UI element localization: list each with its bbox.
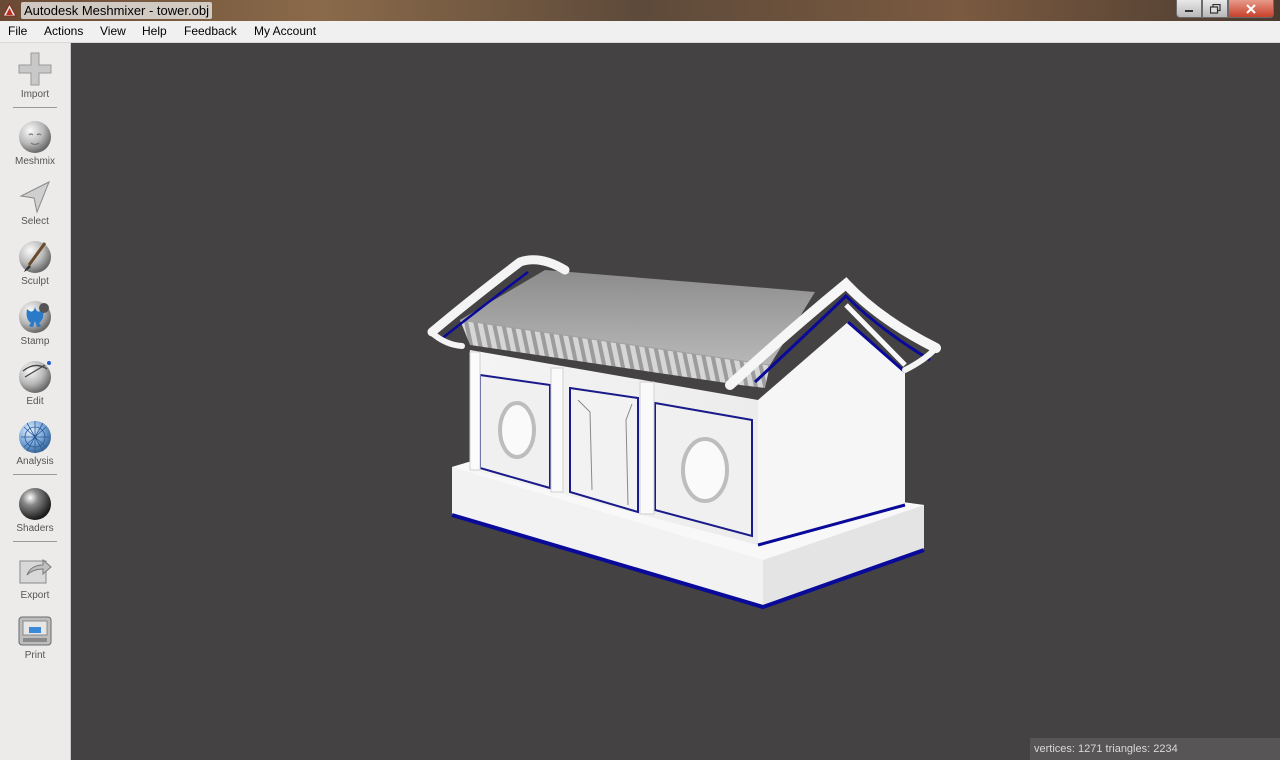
tool-export[interactable]: Export <box>0 553 70 601</box>
tool-separator <box>13 474 57 475</box>
right-round-window <box>681 437 729 503</box>
tool-edit-label: Edit <box>26 396 44 407</box>
window-title: Autodesk Meshmixer - tower.obj <box>21 2 212 19</box>
menu-my-account[interactable]: My Account <box>254 24 316 39</box>
menu-bar: File Actions View Help Feedback My Accou… <box>0 21 1280 43</box>
export-icon <box>19 558 52 584</box>
select-arrow-icon <box>19 180 50 214</box>
tool-shaders-label: Shaders <box>16 523 54 534</box>
tool-import[interactable]: Import <box>0 51 70 111</box>
mesh-model[interactable] <box>71 43 1280 760</box>
tool-sculpt-label: Sculpt <box>21 276 49 287</box>
analysis-mesh-icon <box>19 421 51 453</box>
menu-actions[interactable]: Actions <box>44 24 83 39</box>
menu-feedback[interactable]: Feedback <box>184 24 237 39</box>
column <box>550 367 564 493</box>
tool-sculpt[interactable]: Sculpt <box>0 239 70 287</box>
column <box>469 351 481 471</box>
edit-sphere-icon <box>19 361 51 393</box>
tool-select-label: Select <box>21 216 49 227</box>
tool-print-label: Print <box>24 650 46 661</box>
stamp-icon <box>19 301 51 333</box>
menu-help[interactable]: Help <box>142 24 167 39</box>
menu-view[interactable]: View <box>100 24 126 39</box>
tool-analysis-label: Analysis <box>16 456 54 467</box>
right-eave-tip <box>902 345 939 373</box>
tool-print[interactable]: Print <box>0 613 70 661</box>
restore-icon <box>1209 3 1221 14</box>
tool-edit[interactable]: Edit <box>0 359 70 407</box>
mesh-stats-status: vertices: 1271 triangles: 2234 <box>1030 738 1280 760</box>
tool-meshmix-label: Meshmix <box>14 156 55 167</box>
tool-select[interactable]: Select <box>0 179 70 227</box>
left-round-window <box>498 401 536 459</box>
meshmix-sphere-icon <box>19 121 51 153</box>
close-icon <box>1246 3 1256 14</box>
minimize-icon <box>1185 9 1193 12</box>
shaders-sphere-icon <box>19 488 51 520</box>
tool-sidebar: Import Meshmix Select Sculpt Stamp Edit … <box>0 43 71 760</box>
tool-import-label: Import <box>20 89 50 100</box>
sculpt-brush-icon <box>19 241 51 273</box>
tool-meshmix[interactable]: Meshmix <box>0 119 70 167</box>
close-button[interactable] <box>1228 0 1274 18</box>
3d-viewport[interactable] <box>71 43 1280 760</box>
tool-separator <box>13 107 57 108</box>
tool-stamp[interactable]: Stamp <box>0 299 70 347</box>
print-icon <box>18 616 52 646</box>
title-bar: Autodesk Meshmixer - tower.obj <box>0 0 1280 21</box>
meshmixer-app-icon <box>2 3 17 17</box>
tool-separator <box>13 541 57 542</box>
tool-export-label: Export <box>20 590 50 601</box>
tool-stamp-label: Stamp <box>20 336 50 347</box>
maximize-button[interactable] <box>1202 0 1228 18</box>
tool-analysis[interactable]: Analysis <box>0 419 70 467</box>
minimize-button[interactable] <box>1176 0 1202 18</box>
import-plus-icon <box>18 52 52 86</box>
column <box>639 381 655 515</box>
tool-shaders[interactable]: Shaders <box>0 486 70 534</box>
menu-file[interactable]: File <box>8 24 27 39</box>
